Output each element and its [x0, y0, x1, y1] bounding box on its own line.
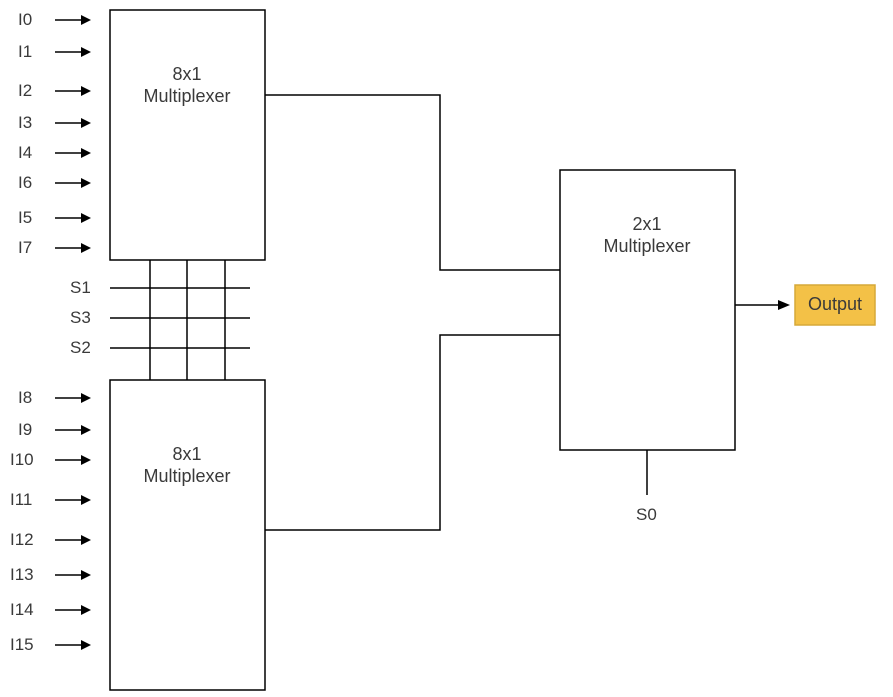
- arrow-icon: [55, 640, 91, 650]
- arrow-icon: [55, 425, 91, 435]
- input-label: I5: [18, 208, 32, 227]
- mux8-bottom-box: [110, 380, 265, 690]
- input-label: I10: [10, 450, 34, 469]
- arrow-icon: [55, 15, 91, 25]
- arrow-icon: [55, 86, 91, 96]
- output-label: Output: [808, 294, 862, 314]
- select-label: S1: [70, 278, 91, 297]
- arrow-icon: [55, 213, 91, 223]
- mux8-bottom-inputs: I8 I9 I10 I11 I12 I13 I14 I15: [10, 388, 91, 654]
- mux8-top-inputs: I0 I1 I2 I3 I4 I6 I5 I7: [18, 10, 91, 257]
- arrow-icon: [55, 47, 91, 57]
- mux2-box: [560, 170, 735, 450]
- select-label: S3: [70, 308, 91, 327]
- input-label: I6: [18, 173, 32, 192]
- input-label: I7: [18, 238, 32, 257]
- mux2-label-1: 2x1: [632, 214, 661, 234]
- input-label: I2: [18, 81, 32, 100]
- select-label: S2: [70, 338, 91, 357]
- input-label: I13: [10, 565, 34, 584]
- input-label: I4: [18, 143, 32, 162]
- input-label: I3: [18, 113, 32, 132]
- mux8-top-label-2: Multiplexer: [143, 86, 230, 106]
- arrow-icon: [55, 570, 91, 580]
- output-arrow: [735, 300, 790, 310]
- arrow-icon: [55, 455, 91, 465]
- input-label: I0: [18, 10, 32, 29]
- arrow-icon: [55, 535, 91, 545]
- wire-top-to-mux2: [265, 95, 560, 270]
- select-lines-shared: S1 S3 S2: [70, 260, 250, 380]
- select-s0-label: S0: [636, 505, 657, 524]
- arrow-icon: [55, 118, 91, 128]
- input-label: I1: [18, 42, 32, 61]
- mux-diagram: 8x1 Multiplexer I0 I1 I2 I3 I4 I6 I5 I7 …: [0, 0, 893, 697]
- input-label: I15: [10, 635, 34, 654]
- wire-bottom-to-mux2: [265, 335, 560, 530]
- mux8-top-label-1: 8x1: [172, 64, 201, 84]
- input-label: I14: [10, 600, 34, 619]
- arrow-icon: [55, 495, 91, 505]
- mux8-top-box: [110, 10, 265, 260]
- arrow-icon: [55, 243, 91, 253]
- input-label: I12: [10, 530, 34, 549]
- arrow-icon: [55, 605, 91, 615]
- input-label: I9: [18, 420, 32, 439]
- mux2-label-2: Multiplexer: [603, 236, 690, 256]
- input-label: I8: [18, 388, 32, 407]
- input-label: I11: [10, 490, 32, 509]
- arrow-icon: [55, 178, 91, 188]
- mux8-bottom-label-2: Multiplexer: [143, 466, 230, 486]
- arrow-icon: [55, 148, 91, 158]
- mux8-bottom-label-1: 8x1: [172, 444, 201, 464]
- arrow-icon: [55, 393, 91, 403]
